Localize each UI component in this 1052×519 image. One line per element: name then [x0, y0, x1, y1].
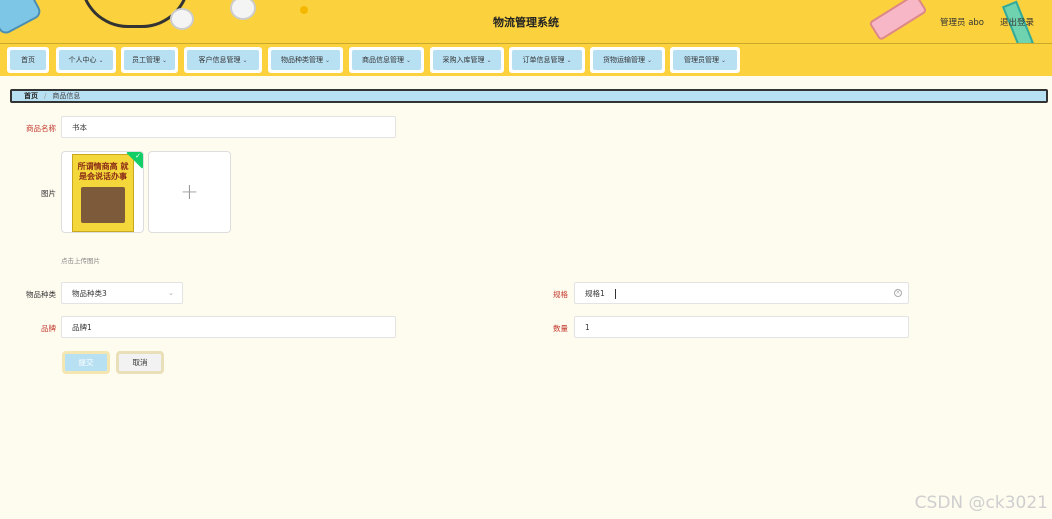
- submit-button[interactable]: 提交: [62, 351, 110, 374]
- quantity-label: 数量: [553, 324, 568, 333]
- category-label: 物品种类: [26, 290, 56, 299]
- breadcrumb: 首页 / 商品信息: [10, 89, 1048, 103]
- spec-value: 规格1: [585, 288, 605, 298]
- cancel-button[interactable]: 取消: [116, 351, 164, 374]
- uploaded-image-thumbnail[interactable]: 所谓情商高 就是会说话办事 ✓: [61, 151, 144, 233]
- nav-item-label: 货物运输管理: [602, 56, 645, 64]
- chevron-down-icon: ⌄: [646, 56, 653, 64]
- text-cursor: [615, 289, 616, 299]
- nav-item-label: 采购入库管理: [442, 56, 485, 64]
- nav-item-label: 个人中心: [68, 56, 97, 64]
- nav-item-label: 商品信息管理: [361, 56, 404, 64]
- chevron-down-icon: ⌄: [405, 56, 412, 64]
- product-name-input[interactable]: 书本: [61, 116, 396, 138]
- check-icon: ✓: [135, 152, 141, 160]
- nav-item-orders[interactable]: 订单信息管理 ⌄: [509, 47, 585, 73]
- top-nav: 首页 个人中心 ⌄ 员工管理 ⌄ 客户信息管理 ⌄ 物品种类管理 ⌄ 商品信息管理 ⌄ 采…: [0, 44, 1052, 76]
- nav-item-label: 客户信息管理: [198, 56, 241, 64]
- book-cover-illustration: [81, 187, 125, 223]
- watermark: CSDN @ck3021: [914, 493, 1048, 513]
- chevron-down-icon: ⌄: [242, 56, 248, 64]
- decoration-dot: [300, 6, 308, 14]
- breadcrumb-separator: /: [44, 92, 47, 100]
- current-user: 管理员 abo: [940, 18, 985, 28]
- image-label: 图片: [41, 189, 56, 198]
- book-cover-title: 所谓情商高 就是会说话办事: [77, 161, 129, 181]
- nav-item-label: 管理员管理: [683, 56, 719, 64]
- app-title: 物流管理系统: [493, 16, 559, 29]
- nav-item-label: 首页: [21, 56, 35, 64]
- book-cover-image: 所谓情商高 就是会说话办事: [72, 154, 134, 232]
- logout-link[interactable]: 退出登录: [1000, 16, 1034, 28]
- clear-icon[interactable]: ×: [894, 289, 902, 297]
- nav-item-home[interactable]: 首页: [7, 47, 49, 73]
- breadcrumb-home[interactable]: 首页: [24, 91, 38, 101]
- nav-item-staff[interactable]: 员工管理 ⌄: [121, 47, 178, 73]
- product-name-label: 商品名称: [26, 124, 56, 133]
- spec-input[interactable]: 规格1 ×: [574, 282, 909, 304]
- upload-tip: 点击上传图片: [61, 257, 100, 265]
- nav-item-products[interactable]: 商品信息管理 ⌄: [349, 47, 424, 73]
- plus-icon: +: [180, 179, 199, 205]
- nav-item-label: 物品种类管理: [280, 56, 323, 64]
- chevron-down-icon: ⌄: [566, 56, 572, 64]
- chevron-down-icon: ⌄: [486, 56, 492, 64]
- chevron-down-icon: ⌄: [98, 56, 104, 64]
- nav-item-label: 订单信息管理: [522, 56, 565, 64]
- brand-value: 品牌1: [72, 322, 92, 332]
- nav-item-customers[interactable]: 客户信息管理 ⌄: [184, 47, 262, 73]
- quantity-value: 1: [585, 322, 590, 332]
- chevron-down-icon: ⌄: [324, 56, 331, 64]
- product-name-value: 书本: [72, 122, 87, 132]
- nav-item-purchasing[interactable]: 采购入库管理 ⌄: [430, 47, 504, 73]
- chevron-down-icon: ⌄: [168, 289, 174, 297]
- image-upload-button[interactable]: +: [148, 151, 231, 233]
- category-select[interactable]: 物品种类3 ⌄: [61, 282, 183, 304]
- nav-item-label: 员工管理: [131, 56, 160, 64]
- breadcrumb-current: 商品信息: [52, 92, 81, 100]
- brand-input[interactable]: 品牌1: [61, 316, 396, 338]
- nav-item-admins[interactable]: 管理员管理 ⌄: [670, 47, 740, 73]
- category-value: 物品种类3: [72, 288, 107, 298]
- brand-label: 品牌: [41, 324, 56, 333]
- nav-item-personal-center[interactable]: 个人中心 ⌄: [56, 47, 116, 73]
- nav-item-shipping[interactable]: 货物运输管理 ⌄: [590, 47, 665, 73]
- header-bar: 物流管理系统 管理员 abo 退出登录: [0, 0, 1052, 44]
- nav-item-item-categories[interactable]: 物品种类管理 ⌄: [268, 47, 343, 73]
- chevron-down-icon: ⌄: [720, 56, 727, 64]
- chevron-down-icon: ⌄: [161, 56, 168, 64]
- spec-label: 规格: [553, 290, 568, 299]
- quantity-input[interactable]: 1: [574, 316, 909, 338]
